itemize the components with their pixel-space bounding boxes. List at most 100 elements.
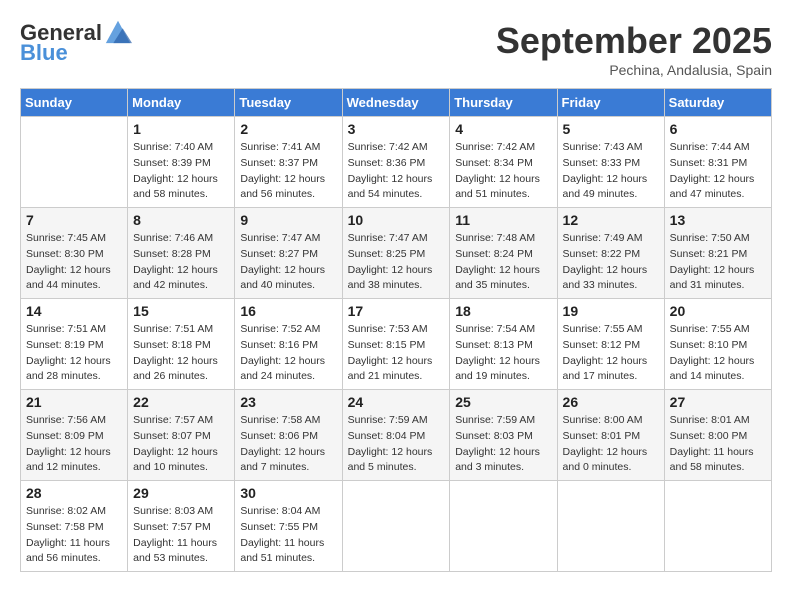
calendar-cell: 26 Sunrise: 8:00 AMSunset: 8:01 PMDayligh… (557, 390, 664, 481)
calendar-cell (557, 481, 664, 572)
logo: General Blue (20, 20, 132, 66)
day-info: Sunrise: 7:55 AMSunset: 8:10 PMDaylight:… (670, 322, 766, 385)
day-info: Sunrise: 7:41 AMSunset: 8:37 PMDaylight:… (240, 140, 336, 203)
day-number: 8 (133, 212, 229, 228)
calendar-week-row: 14Sunrise: 7:51 AMSunset: 8:19 PMDayligh… (21, 299, 772, 390)
calendar-cell: 24Sunrise: 7:59 AMSunset: 8:04 PMDayligh… (342, 390, 450, 481)
day-info: Sunrise: 7:58 AMSunset: 8:06 PMDaylight:… (240, 413, 336, 476)
day-info: Sunrise: 7:45 AMSunset: 8:30 PMDaylight:… (26, 231, 122, 294)
day-number: 19 (563, 303, 659, 319)
day-info: Sunrise: 7:54 AMSunset: 8:13 PMDaylight:… (455, 322, 551, 385)
day-info: Sunrise: 7:59 AMSunset: 8:03 PMDaylight:… (455, 413, 551, 476)
day-number: 27 (670, 394, 766, 410)
day-info: Sunrise: 7:51 AMSunset: 8:18 PMDaylight:… (133, 322, 229, 385)
day-info: Sunrise: 7:52 AMSunset: 8:16 PMDaylight:… (240, 322, 336, 385)
day-number: 13 (670, 212, 766, 228)
day-info: Sunrise: 8:00 AMSunset: 8:01 PMDaylight:… (563, 413, 659, 476)
calendar-cell: 6Sunrise: 7:44 AMSunset: 8:31 PMDaylight… (664, 117, 771, 208)
calendar-table: SundayMondayTuesdayWednesdayThursdayFrid… (20, 88, 772, 572)
calendar-cell: 20 Sunrise: 7:55 AMSunset: 8:10 PMDayligh… (664, 299, 771, 390)
calendar-cell: 27 Sunrise: 8:01 AMSunset: 8:00 PMDayligh… (664, 390, 771, 481)
header-tuesday: Tuesday (235, 89, 342, 117)
calendar-cell: 5 Sunrise: 7:43 AMSunset: 8:33 PMDaylight… (557, 117, 664, 208)
day-info: Sunrise: 7:42 AMSunset: 8:34 PMDaylight:… (455, 140, 551, 203)
day-info: Sunrise: 8:01 AMSunset: 8:00 PMDaylight:… (670, 413, 766, 476)
day-number: 25 (455, 394, 551, 410)
day-number: 3 (348, 121, 445, 137)
header-wednesday: Wednesday (342, 89, 450, 117)
day-number: 2 (240, 121, 336, 137)
day-info: Sunrise: 7:49 AMSunset: 8:22 PMDaylight:… (563, 231, 659, 294)
calendar-cell: 23 Sunrise: 7:58 AMSunset: 8:06 PMDayligh… (235, 390, 342, 481)
page-header: General Blue September 2025 Pechina, And… (20, 20, 772, 78)
month-title: September 2025 (496, 20, 772, 62)
day-number: 23 (240, 394, 336, 410)
day-info: Sunrise: 7:59 AMSunset: 8:04 PMDaylight:… (348, 413, 445, 476)
calendar-cell: 30 Sunrise: 8:04 AMSunset: 7:55 PMDayligh… (235, 481, 342, 572)
calendar-cell (450, 481, 557, 572)
day-number: 5 (563, 121, 659, 137)
day-number: 30 (240, 485, 336, 501)
calendar-cell: 2 Sunrise: 7:41 AMSunset: 8:37 PMDaylight… (235, 117, 342, 208)
day-info: Sunrise: 8:03 AMSunset: 7:57 PMDaylight:… (133, 504, 229, 567)
day-info: Sunrise: 7:48 AMSunset: 8:24 PMDaylight:… (455, 231, 551, 294)
day-info: Sunrise: 7:44 AMSunset: 8:31 PMDaylight:… (670, 140, 766, 203)
title-section: September 2025 Pechina, Andalusia, Spain (496, 20, 772, 78)
calendar-cell: 4Sunrise: 7:42 AMSunset: 8:34 PMDaylight… (450, 117, 557, 208)
calendar-header-row: SundayMondayTuesdayWednesdayThursdayFrid… (21, 89, 772, 117)
header-sunday: Sunday (21, 89, 128, 117)
day-info: Sunrise: 7:50 AMSunset: 8:21 PMDaylight:… (670, 231, 766, 294)
calendar-cell: 18Sunrise: 7:54 AMSunset: 8:13 PMDayligh… (450, 299, 557, 390)
day-number: 7 (26, 212, 122, 228)
day-info: Sunrise: 8:02 AMSunset: 7:58 PMDaylight:… (26, 504, 122, 567)
day-number: 21 (26, 394, 122, 410)
calendar-cell: 19 Sunrise: 7:55 AMSunset: 8:12 PMDayligh… (557, 299, 664, 390)
calendar-cell: 1Sunrise: 7:40 AMSunset: 8:39 PMDaylight… (128, 117, 235, 208)
calendar-cell: 8 Sunrise: 7:46 AMSunset: 8:28 PMDaylight… (128, 208, 235, 299)
calendar-week-row: 1Sunrise: 7:40 AMSunset: 8:39 PMDaylight… (21, 117, 772, 208)
calendar-cell (664, 481, 771, 572)
calendar-cell: 16 Sunrise: 7:52 AMSunset: 8:16 PMDayligh… (235, 299, 342, 390)
header-friday: Friday (557, 89, 664, 117)
day-info: Sunrise: 7:55 AMSunset: 8:12 PMDaylight:… (563, 322, 659, 385)
header-thursday: Thursday (450, 89, 557, 117)
header-monday: Monday (128, 89, 235, 117)
day-number: 17 (348, 303, 445, 319)
day-info: Sunrise: 7:57 AMSunset: 8:07 PMDaylight:… (133, 413, 229, 476)
day-number: 16 (240, 303, 336, 319)
calendar-cell (21, 117, 128, 208)
calendar-week-row: 7 Sunrise: 7:45 AMSunset: 8:30 PMDaylight… (21, 208, 772, 299)
day-info: Sunrise: 7:47 AMSunset: 8:27 PMDaylight:… (240, 231, 336, 294)
day-number: 29 (133, 485, 229, 501)
day-number: 1 (133, 121, 229, 137)
calendar-cell: 11Sunrise: 7:48 AMSunset: 8:24 PMDayligh… (450, 208, 557, 299)
calendar-cell: 9 Sunrise: 7:47 AMSunset: 8:27 PMDaylight… (235, 208, 342, 299)
calendar-cell: 28Sunrise: 8:02 AMSunset: 7:58 PMDayligh… (21, 481, 128, 572)
calendar-cell: 17 Sunrise: 7:53 AMSunset: 8:15 PMDayligh… (342, 299, 450, 390)
day-number: 26 (563, 394, 659, 410)
day-info: Sunrise: 7:43 AMSunset: 8:33 PMDaylight:… (563, 140, 659, 203)
day-info: Sunrise: 7:56 AMSunset: 8:09 PMDaylight:… (26, 413, 122, 476)
calendar-cell: 3 Sunrise: 7:42 AMSunset: 8:36 PMDaylight… (342, 117, 450, 208)
calendar-week-row: 21 Sunrise: 7:56 AMSunset: 8:09 PMDayligh… (21, 390, 772, 481)
calendar-cell: 10 Sunrise: 7:47 AMSunset: 8:25 PMDayligh… (342, 208, 450, 299)
logo-blue: Blue (20, 40, 68, 66)
day-number: 22 (133, 394, 229, 410)
day-number: 9 (240, 212, 336, 228)
day-info: Sunrise: 7:53 AMSunset: 8:15 PMDaylight:… (348, 322, 445, 385)
calendar-cell: 12Sunrise: 7:49 AMSunset: 8:22 PMDayligh… (557, 208, 664, 299)
day-number: 15 (133, 303, 229, 319)
calendar-cell: 21 Sunrise: 7:56 AMSunset: 8:09 PMDayligh… (21, 390, 128, 481)
day-info: Sunrise: 7:47 AMSunset: 8:25 PMDaylight:… (348, 231, 445, 294)
location: Pechina, Andalusia, Spain (496, 62, 772, 78)
day-info: Sunrise: 7:42 AMSunset: 8:36 PMDaylight:… (348, 140, 445, 203)
header-saturday: Saturday (664, 89, 771, 117)
calendar-cell: 7 Sunrise: 7:45 AMSunset: 8:30 PMDaylight… (21, 208, 128, 299)
calendar-cell (342, 481, 450, 572)
day-number: 20 (670, 303, 766, 319)
calendar-week-row: 28Sunrise: 8:02 AMSunset: 7:58 PMDayligh… (21, 481, 772, 572)
day-number: 10 (348, 212, 445, 228)
day-info: Sunrise: 8:04 AMSunset: 7:55 PMDaylight:… (240, 504, 336, 567)
calendar-cell: 14Sunrise: 7:51 AMSunset: 8:19 PMDayligh… (21, 299, 128, 390)
day-info: Sunrise: 7:46 AMSunset: 8:28 PMDaylight:… (133, 231, 229, 294)
